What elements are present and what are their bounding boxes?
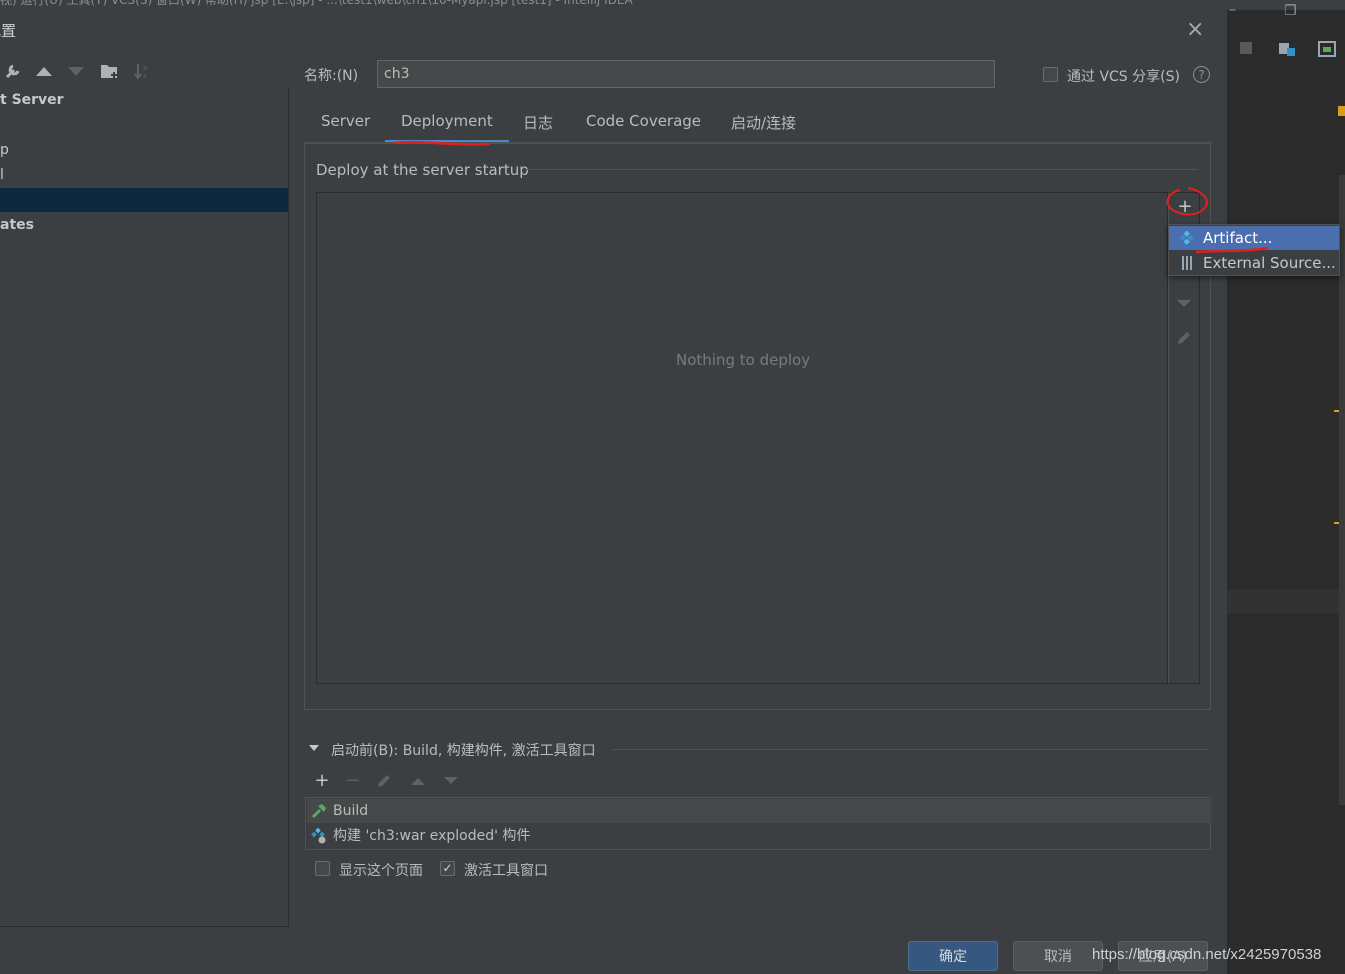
cancel-button[interactable]: 取消 [1013, 941, 1103, 971]
move-up-icon[interactable] [35, 65, 53, 77]
build-hammer-icon [311, 804, 326, 819]
name-label: 名称:(N) [304, 68, 359, 84]
before-launch-toolbar: + − [312, 770, 462, 792]
dialog-title: 配置 [0, 22, 17, 40]
tree-item[interactable]: l [0, 163, 4, 187]
deploy-section-header: Deploy at the server startup [316, 161, 529, 179]
edit-icon[interactable] [376, 773, 396, 795]
tree-item-selected[interactable] [0, 188, 288, 212]
menu-item-label: External Source... [1203, 254, 1336, 272]
activate-tool-window-checkbox[interactable]: ✓ [440, 861, 455, 876]
build-artifact-icon [311, 828, 326, 844]
tree-item-templates[interactable]: ates [0, 213, 34, 237]
add-icon[interactable]: + [1176, 198, 1194, 216]
list-item[interactable]: Build [307, 799, 1211, 823]
vcs-share-checkbox[interactable] [1043, 67, 1058, 82]
deploy-list[interactable] [316, 192, 1168, 684]
close-button[interactable]: × [1186, 17, 1204, 42]
section-separator [612, 749, 1208, 750]
project-structure-icon[interactable] [1278, 41, 1296, 61]
tree-toolbar: az [0, 58, 288, 84]
tab-logs[interactable]: 日志 [523, 112, 553, 142]
name-input[interactable] [377, 60, 995, 88]
menu-item-artifact[interactable]: Artifact... [1169, 226, 1339, 250]
collapse-arrow-icon[interactable] [309, 745, 319, 751]
restore-icon[interactable]: ❐ [1284, 3, 1297, 19]
svg-text:z: z [143, 72, 147, 80]
menu-item-label: Artifact... [1203, 229, 1273, 247]
empty-list-text: Nothing to deploy [676, 351, 811, 369]
edit-icon[interactable] [1176, 330, 1192, 346]
artifact-icon [1180, 231, 1194, 245]
move-up-icon[interactable] [410, 776, 430, 798]
tab-deployment[interactable]: Deployment [385, 112, 509, 143]
ide-editor-area [1227, 10, 1345, 974]
before-launch-header[interactable]: 启动前(B): Build, 构建构件, 激活工具窗口 [331, 740, 596, 760]
configuration-tree: t Server p l ates [0, 88, 289, 927]
tab-server[interactable]: Server [321, 112, 370, 142]
svg-text:a: a [143, 64, 147, 72]
list-item-label: 构建 'ch3:war exploded' 构件 [333, 828, 531, 844]
ide-menu-text: 视) 运行(U) 工具(T) VCS(S) 窗口(W) 帮助(H) jsp [E… [0, 0, 633, 7]
move-down-icon[interactable] [443, 776, 463, 798]
show-page-checkbox[interactable] [315, 861, 330, 876]
add-icon[interactable]: + [312, 770, 332, 792]
sort-icon[interactable]: az [134, 62, 152, 80]
ide-title-bar: 视) 运行(U) 工具(T) VCS(S) 窗口(W) 帮助(H) jsp [E… [0, 0, 1345, 10]
tree-item-tomcat-server[interactable]: t Server [0, 88, 64, 112]
library-icon [1182, 256, 1192, 270]
remove-icon[interactable]: − [343, 770, 363, 792]
tree-item[interactable]: p [0, 138, 9, 162]
new-folder-icon[interactable] [100, 62, 120, 80]
run-window-icon[interactable] [1318, 41, 1336, 61]
list-item-label: Build [333, 803, 369, 819]
show-page-label: 显示这个页面 [339, 863, 423, 879]
vcs-share-label: 通过 VCS 分享(S) [1067, 69, 1180, 85]
list-item[interactable]: 构建 'ch3:war exploded' 构件 [307, 824, 1211, 848]
ok-button[interactable]: 确定 [908, 941, 998, 971]
stop-icon[interactable] [1240, 42, 1252, 54]
before-launch-list: Build 构建 'ch3:war exploded' 构件 [305, 797, 1211, 850]
wrench-icon[interactable] [4, 62, 22, 80]
help-icon[interactable]: ? [1193, 66, 1210, 83]
minimize-icon[interactable]: – [1229, 2, 1236, 18]
move-down-icon[interactable] [67, 65, 85, 77]
tab-startup-connection[interactable]: 启动/连接 [731, 112, 796, 142]
watermark: https://blog.csdn.net/x2425970538 [1092, 946, 1322, 963]
add-popup-menu: Artifact... External Source... [1168, 224, 1340, 276]
activate-tool-window-label: 激活工具窗口 [464, 863, 548, 879]
menu-item-external-source[interactable]: External Source... [1169, 251, 1339, 275]
move-down-icon[interactable] [1176, 298, 1192, 310]
section-separator [526, 169, 1198, 170]
tab-code-coverage[interactable]: Code Coverage [586, 112, 701, 142]
